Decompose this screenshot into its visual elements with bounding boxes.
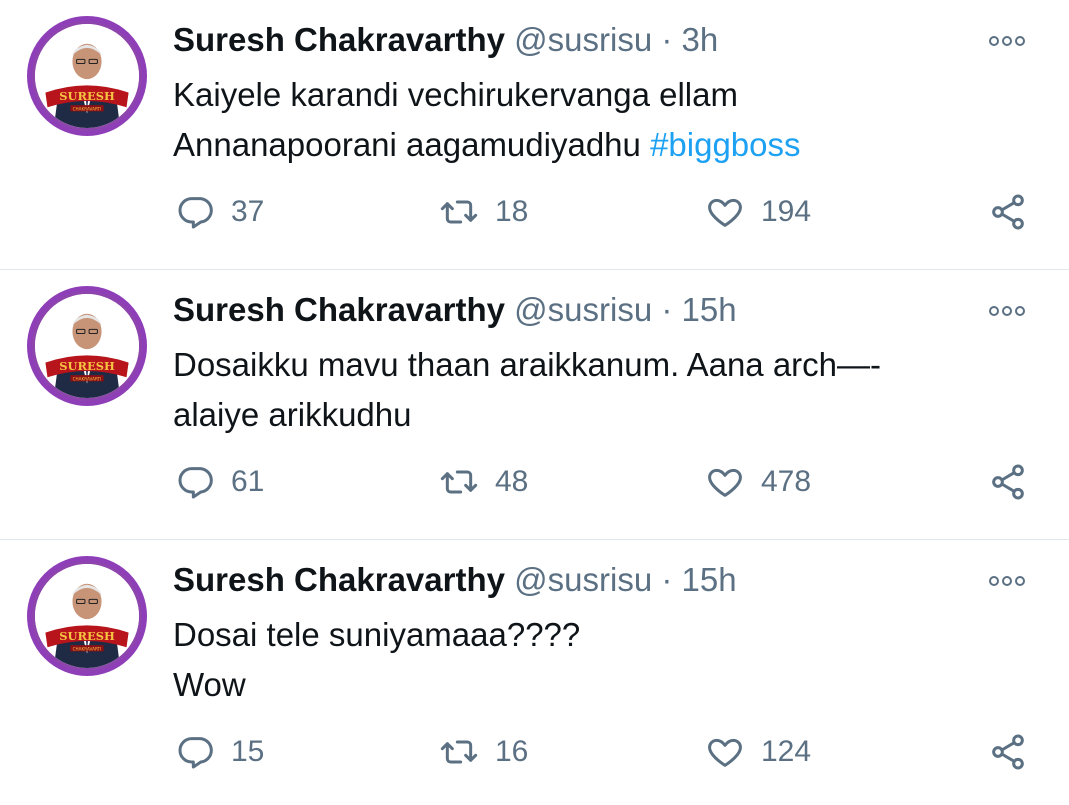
- tweet[interactable]: SURESH CHAKRAVARTI Suresh Chakravarthy @…: [0, 540, 1069, 805]
- share-button[interactable]: [988, 730, 1028, 774]
- author-handle[interactable]: @susrisu: [514, 561, 652, 598]
- avatar-badge-text: SURESH: [59, 629, 115, 643]
- like-button[interactable]: 124: [705, 730, 811, 774]
- reply-icon: [178, 737, 213, 769]
- tweet-header: Suresh Chakravarthy @susrisu · 15h: [173, 288, 737, 332]
- like-button[interactable]: 194: [705, 190, 811, 234]
- tweet-text-segment: Annanapoorani aagamudiyadhu: [173, 126, 651, 163]
- share-icon: [992, 464, 1024, 500]
- tweet-text-line: Kaiyele karandi vechirukervanga ellam: [173, 76, 738, 113]
- avatar[interactable]: SURESH CHAKRAVARTI: [27, 16, 147, 136]
- tweet-actions: 61 48 478: [173, 460, 1033, 504]
- tweet-actions: 15 16 124: [173, 730, 1033, 774]
- tweet[interactable]: SURESH CHAKRAVARTI Suresh Chakravarthy @…: [0, 0, 1069, 270]
- heart-icon: [708, 738, 742, 767]
- author-handle[interactable]: @susrisu: [514, 291, 652, 328]
- share-button[interactable]: [988, 460, 1028, 504]
- retweet-count: 16: [495, 735, 529, 768]
- heart-icon: [708, 468, 742, 497]
- tweet-text: Dosaikku mavu thaan araikkanum. Aana arc…: [173, 340, 993, 440]
- like-count: 194: [761, 195, 812, 228]
- tweet-text-line: alaiye arikkudhu: [173, 396, 412, 433]
- avatar-badge-subtext: CHAKRAVARTI: [73, 376, 102, 381]
- avatar-image: SURESH CHAKRAVARTI: [35, 294, 139, 398]
- tweet-time[interactable]: 15h: [682, 561, 737, 598]
- reply-count: 61: [231, 465, 265, 498]
- retweet-icon: [440, 470, 478, 494]
- avatar-image: SURESH CHAKRAVARTI: [35, 564, 139, 668]
- retweet-count: 18: [495, 195, 529, 228]
- tweet-time[interactable]: 3h: [682, 21, 719, 58]
- avatar-badge-text: SURESH: [59, 359, 115, 373]
- tweet-text: Dosai tele suniyamaaa???? Wow: [173, 610, 993, 710]
- author-handle[interactable]: @susrisu: [514, 21, 652, 58]
- tweet-text-line: Dosaikku mavu thaan araikkanum. Aana arc…: [173, 346, 882, 383]
- like-count: 124: [761, 735, 812, 768]
- avatar-image: SURESH CHAKRAVARTI: [35, 24, 139, 128]
- retweet-button[interactable]: 48: [439, 460, 528, 504]
- like-count: 478: [761, 465, 812, 498]
- tweet-header: Suresh Chakravarthy @susrisu · 15h: [173, 558, 737, 602]
- share-icon: [992, 734, 1024, 770]
- reply-count: 37: [231, 195, 265, 228]
- reply-count: 15: [231, 735, 265, 768]
- more-options-icon[interactable]: [989, 574, 1029, 588]
- more-options-icon[interactable]: [989, 34, 1029, 48]
- tweet[interactable]: SURESH CHAKRAVARTI Suresh Chakravarthy @…: [0, 270, 1069, 540]
- share-icon: [992, 194, 1024, 230]
- retweet-button[interactable]: 16: [439, 730, 528, 774]
- heart-icon: [708, 198, 742, 227]
- tweet-text: Kaiyele karandi vechirukervanga ellam An…: [173, 70, 993, 170]
- like-button[interactable]: 478: [705, 460, 811, 504]
- tweet-text-line: Wow: [173, 666, 246, 703]
- avatar[interactable]: SURESH CHAKRAVARTI: [27, 556, 147, 676]
- hashtag-link[interactable]: #biggboss: [650, 126, 800, 163]
- tweet-time[interactable]: 15h: [682, 291, 737, 328]
- retweet-count: 48: [495, 465, 529, 498]
- avatar[interactable]: SURESH CHAKRAVARTI: [27, 286, 147, 406]
- retweet-button[interactable]: 18: [439, 190, 528, 234]
- tweet-text-line: Dosai tele suniyamaaa????: [173, 616, 581, 653]
- share-button[interactable]: [988, 190, 1028, 234]
- tweet-actions: 37 18 194: [173, 190, 1033, 234]
- meta-separator: ·: [661, 291, 673, 328]
- reply-button[interactable]: 15: [175, 730, 264, 774]
- timeline: SURESH CHAKRAVARTI Suresh Chakravarthy @…: [0, 0, 1069, 805]
- meta-separator: ·: [661, 561, 673, 598]
- reply-button[interactable]: 61: [175, 460, 264, 504]
- author-name[interactable]: Suresh Chakravarthy: [173, 561, 505, 598]
- reply-icon: [178, 197, 213, 229]
- author-name[interactable]: Suresh Chakravarthy: [173, 291, 505, 328]
- avatar-badge-subtext: CHAKRAVARTI: [73, 646, 102, 651]
- retweet-icon: [440, 740, 478, 764]
- author-name[interactable]: Suresh Chakravarthy: [173, 21, 505, 58]
- retweet-icon: [440, 200, 478, 224]
- meta-separator: ·: [661, 21, 673, 58]
- reply-icon: [178, 467, 213, 499]
- reply-button[interactable]: 37: [175, 190, 264, 234]
- tweet-text-line: Annanapoorani aagamudiyadhu #biggboss: [173, 120, 993, 170]
- avatar-badge-text: SURESH: [59, 89, 115, 103]
- more-options-icon[interactable]: [989, 304, 1029, 318]
- avatar-badge-subtext: CHAKRAVARTI: [73, 106, 102, 111]
- tweet-header: Suresh Chakravarthy @susrisu · 3h: [173, 18, 718, 62]
